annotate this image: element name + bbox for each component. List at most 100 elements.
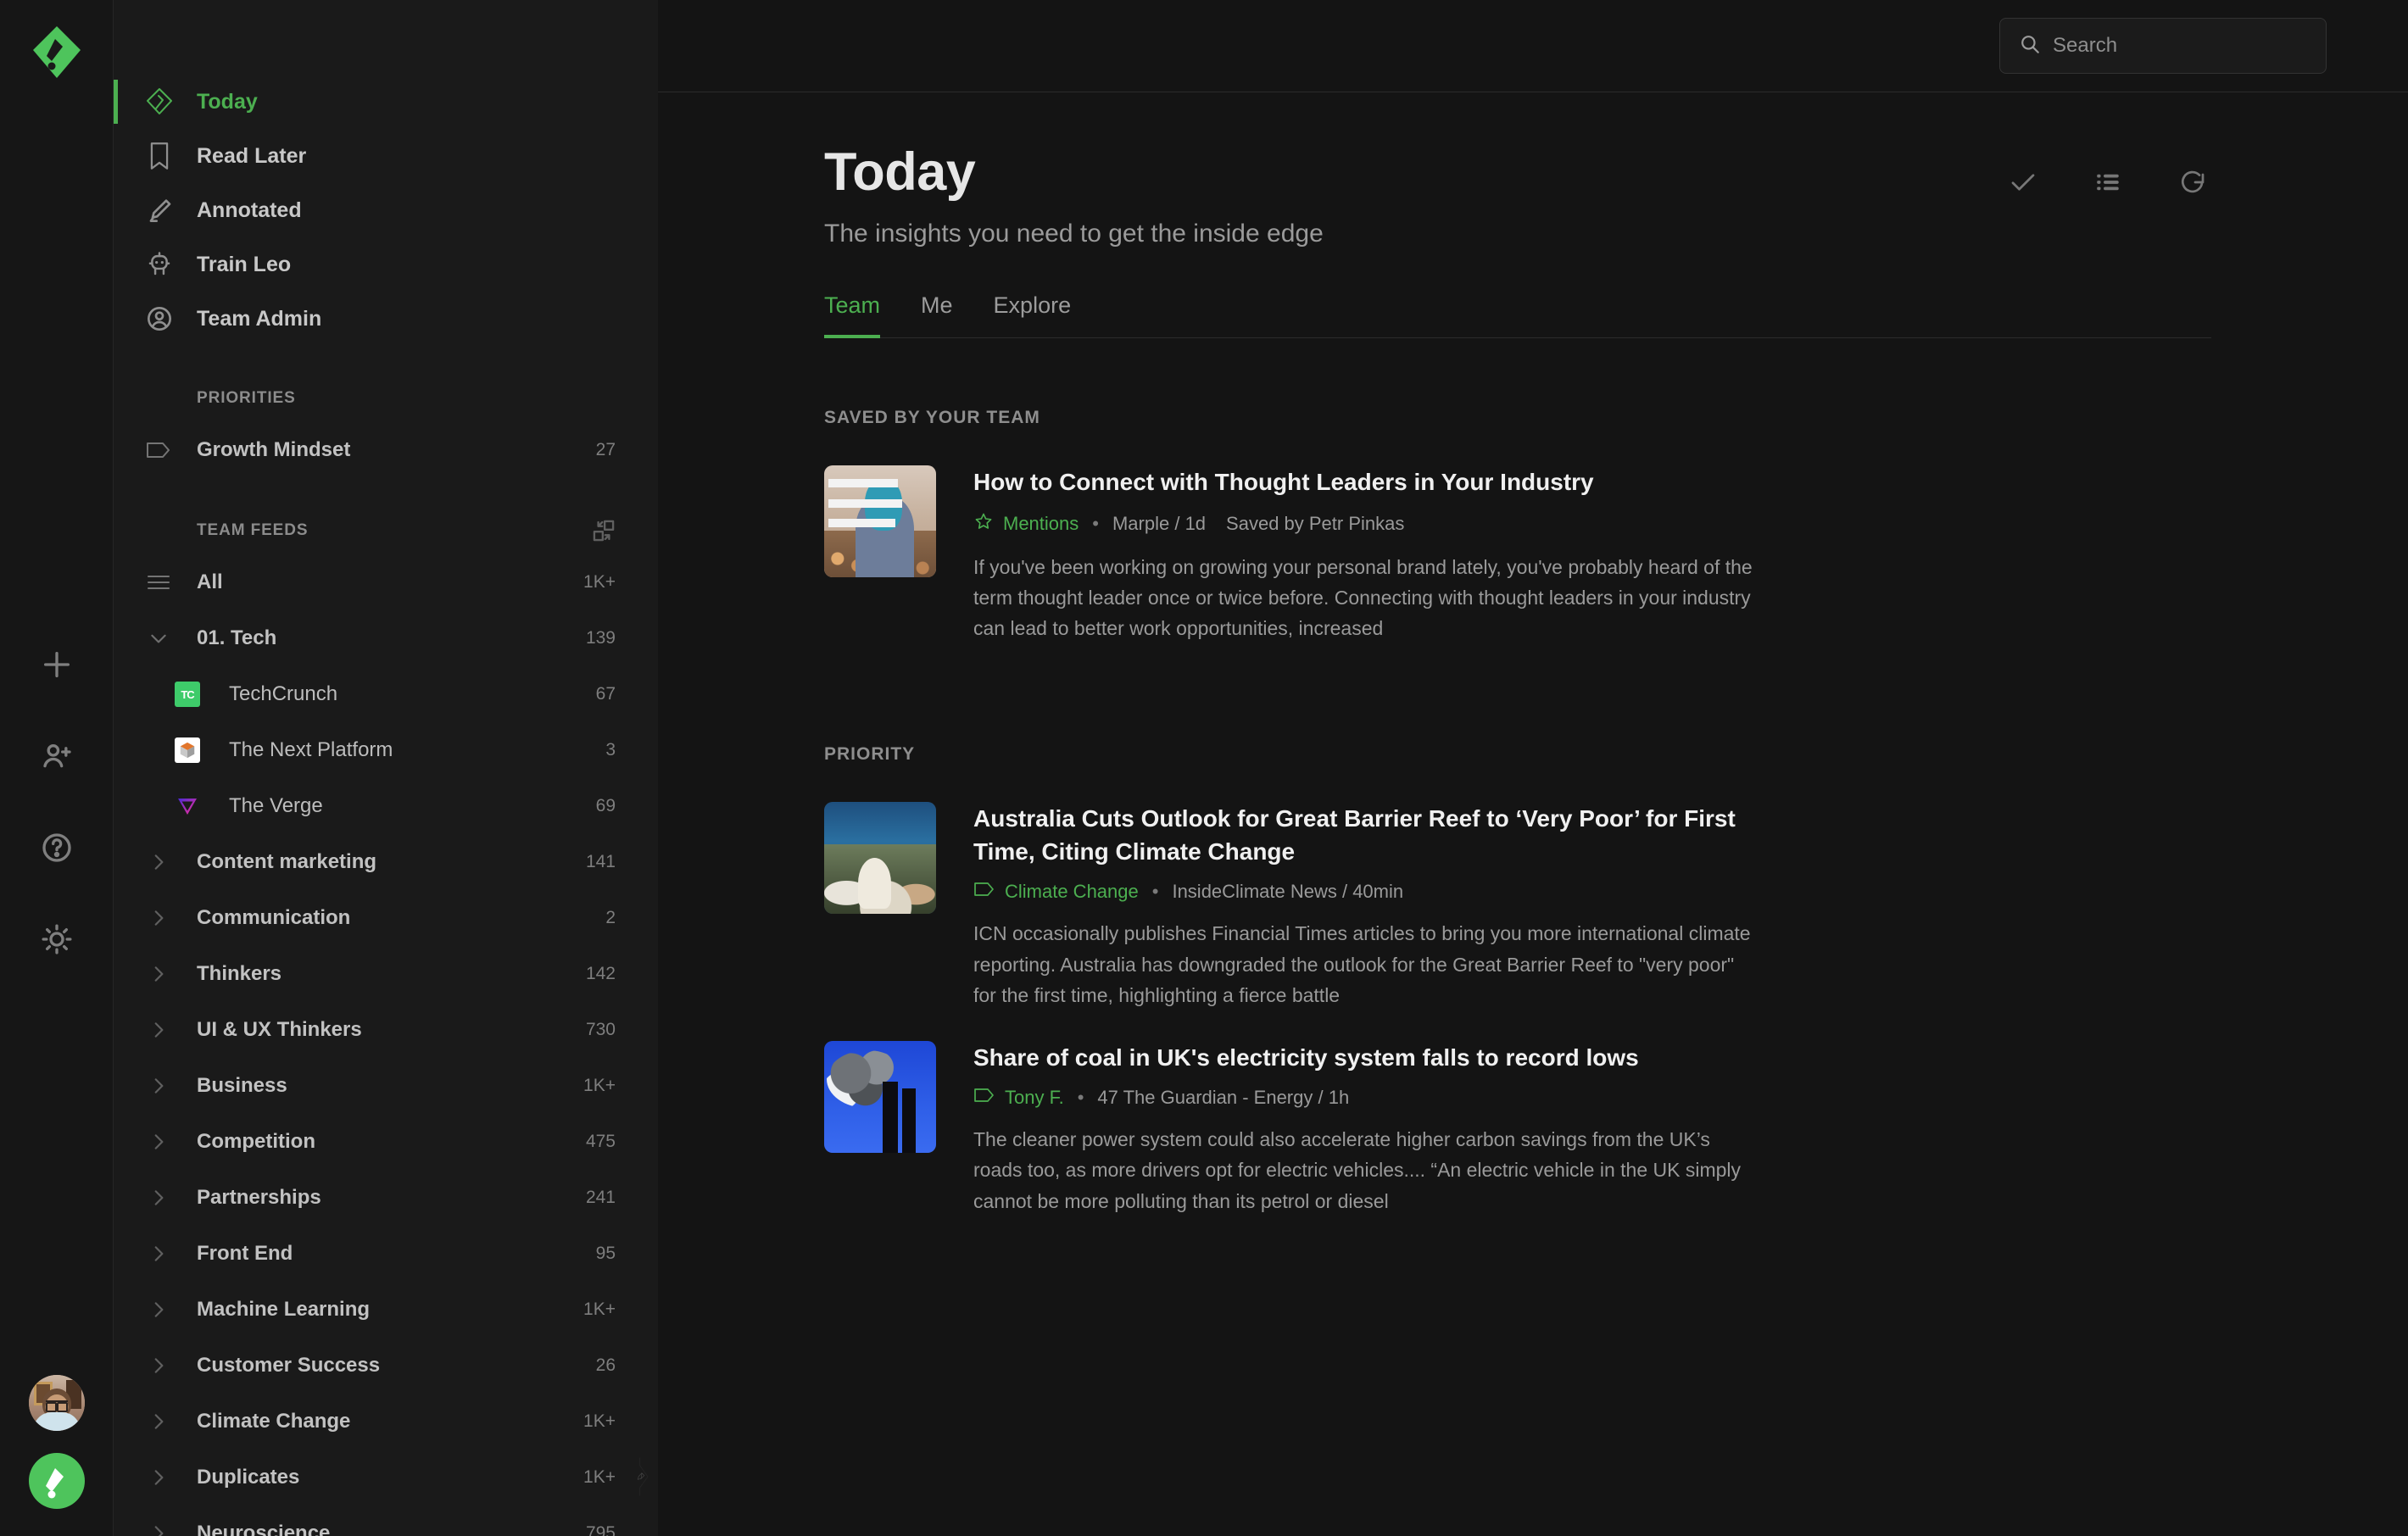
- search-icon: [2019, 33, 2041, 59]
- view-options-button[interactable]: [2089, 164, 2127, 201]
- feed-item-count: 67: [595, 684, 616, 704]
- feed-folder-thinkers[interactable]: Thinkers 142: [114, 946, 658, 1002]
- top-bar: [658, 0, 2408, 92]
- feed-item-label: Customer Success: [197, 1354, 381, 1377]
- collapse-all-icon[interactable]: [592, 519, 616, 543]
- article-source: Marple / 1d: [1112, 512, 1207, 534]
- tab-label: Me: [921, 292, 953, 318]
- tab-team[interactable]: Team: [824, 292, 881, 338]
- content-area: Today The insights you need to get the i…: [658, 92, 2408, 1216]
- article-chip[interactable]: Climate Change: [973, 881, 1139, 903]
- chevron-right-icon[interactable]: [144, 1127, 173, 1156]
- tag-icon: [144, 436, 173, 465]
- tab-divider: [824, 337, 2211, 338]
- feed-item-count: 139: [585, 628, 616, 648]
- feed-item-the-verge[interactable]: The Verge 69: [114, 778, 658, 834]
- feed-folder-partnerships[interactable]: Partnerships 241: [114, 1170, 658, 1226]
- feed-item-count: 241: [585, 1188, 616, 1207]
- sidebar-item-read-later[interactable]: Read Later: [114, 129, 658, 183]
- feed-folder-ui-ux-thinkers[interactable]: UI & UX Thinkers 730: [114, 1002, 658, 1058]
- sidebar-item-label: Read Later: [197, 143, 307, 168]
- feed-item-all[interactable]: All 1K+: [114, 554, 658, 610]
- chevron-right-icon[interactable]: [144, 1295, 173, 1324]
- sidebar-item-today[interactable]: Today: [114, 75, 658, 129]
- tab-explore[interactable]: Explore: [994, 292, 1072, 337]
- feed-folder-customer-success[interactable]: Customer Success 26: [114, 1338, 658, 1394]
- theme-brightness-icon[interactable]: [36, 919, 77, 960]
- feed-item-count: 26: [595, 1355, 616, 1375]
- feed-folder-business[interactable]: Business 1K+: [114, 1058, 658, 1114]
- feed-item-label: TechCrunch: [229, 682, 338, 705]
- feed-folder-competition[interactable]: Competition 475: [114, 1114, 658, 1170]
- feed-item-count: 1K+: [583, 1411, 616, 1431]
- main-content: Today The insights you need to get the i…: [658, 0, 2408, 1536]
- feed-item-the-next-platform[interactable]: The Next Platform 3: [114, 722, 658, 778]
- feed-folder-climate-change[interactable]: Climate Change 1K+: [114, 1394, 658, 1450]
- feed-folder-communication[interactable]: Communication 2: [114, 890, 658, 946]
- mark-all-read-button[interactable]: [2004, 164, 2042, 201]
- sidebar-item-train-leo[interactable]: Train Leo: [114, 237, 658, 292]
- chevron-right-icon[interactable]: [144, 1183, 173, 1212]
- article-item[interactable]: Australia Cuts Outlook for Great Barrier…: [824, 801, 2306, 1010]
- chevron-right-icon[interactable]: [144, 1239, 173, 1268]
- article-body: Share of coal in UK's electricity system…: [973, 1041, 1762, 1216]
- article-source: InsideClimate News / 40min: [1172, 881, 1404, 903]
- article-meta: Mentions • Marple / 1d Saved by Petr Pin…: [973, 511, 1762, 537]
- search-box[interactable]: [1999, 18, 2327, 74]
- search-input[interactable]: [2053, 34, 2316, 58]
- article-item[interactable]: How to Connect with Thought Leaders in Y…: [824, 465, 2306, 644]
- feed-item-count: 1K+: [583, 1299, 616, 1319]
- feed-item-label: Business: [197, 1074, 287, 1097]
- article-title[interactable]: Australia Cuts Outlook for Great Barrier…: [973, 802, 1762, 870]
- chevron-right-icon[interactable]: [144, 1351, 173, 1380]
- chevron-down-icon[interactable]: [144, 624, 173, 653]
- feed-folder-content-marketing[interactable]: Content marketing 141: [114, 834, 658, 890]
- section-label-priority: PRIORITY: [824, 743, 916, 764]
- feed-item-techcrunch[interactable]: TC TechCrunch 67: [114, 666, 658, 722]
- priority-item-growth-mindset[interactable]: Growth Mindset 27: [114, 422, 658, 478]
- feed-item-label: Front End: [197, 1242, 293, 1265]
- add-content-icon[interactable]: [36, 644, 77, 685]
- chevron-right-icon[interactable]: [144, 1463, 173, 1492]
- highlighter-icon: [144, 195, 175, 225]
- sidebar-item-team-admin[interactable]: Team Admin: [114, 292, 658, 346]
- chevron-right-icon[interactable]: [144, 1071, 173, 1100]
- article-chip[interactable]: Tony F.: [973, 1087, 1064, 1109]
- article-title[interactable]: Share of coal in UK's electricity system…: [973, 1041, 1762, 1075]
- feed-folder-neuroscience[interactable]: Neuroscience 795: [114, 1505, 658, 1536]
- chevron-right-icon[interactable]: [144, 960, 173, 988]
- article-source: 47 The Guardian - Energy / 1h: [1097, 1086, 1350, 1108]
- feedly-home-button[interactable]: [29, 1453, 85, 1509]
- feed-item-count: 475: [585, 1132, 616, 1151]
- meta-separator: •: [1151, 881, 1159, 903]
- chevron-right-icon[interactable]: [144, 904, 173, 932]
- tag-icon: [973, 1087, 995, 1109]
- article-chip[interactable]: Mentions: [973, 511, 1079, 537]
- team-admin-icon: [144, 303, 175, 334]
- sidebar-item-annotated[interactable]: Annotated: [114, 183, 658, 237]
- feed-item-count: 1K+: [583, 1076, 616, 1095]
- feed-folder-01-tech[interactable]: 01. Tech 139: [114, 610, 658, 666]
- feed-item-label: UI & UX Thinkers: [197, 1018, 362, 1041]
- chevron-right-icon[interactable]: [144, 1407, 173, 1436]
- feed-folder-machine-learning[interactable]: Machine Learning 1K+: [114, 1282, 658, 1338]
- feed-item-label: All: [197, 570, 223, 593]
- refresh-button[interactable]: [2174, 164, 2211, 201]
- feed-item-count: 1K+: [583, 572, 616, 592]
- article-body: How to Connect with Thought Leaders in Y…: [973, 465, 1762, 644]
- tab-me[interactable]: Me: [921, 292, 953, 337]
- avatar[interactable]: [29, 1375, 85, 1431]
- feed-folder-front-end[interactable]: Front End 95: [114, 1226, 658, 1282]
- chevron-right-icon[interactable]: [144, 1016, 173, 1044]
- priorities-heading-label: PRIORITIES: [197, 389, 296, 407]
- invite-member-icon[interactable]: [36, 736, 77, 776]
- help-icon[interactable]: [36, 827, 77, 868]
- feed-folder-duplicates[interactable]: Duplicates 1K+: [114, 1450, 658, 1505]
- feedly-logo-icon[interactable]: [28, 24, 86, 81]
- article-item[interactable]: Share of coal in UK's electricity system…: [824, 1041, 2306, 1216]
- feed-item-label: Communication: [197, 906, 351, 929]
- chevron-right-icon[interactable]: [144, 848, 173, 877]
- panel-pin-handle[interactable]: [625, 1436, 658, 1517]
- article-title[interactable]: How to Connect with Thought Leaders in Y…: [973, 465, 1762, 499]
- chevron-right-icon[interactable]: [144, 1519, 173, 1536]
